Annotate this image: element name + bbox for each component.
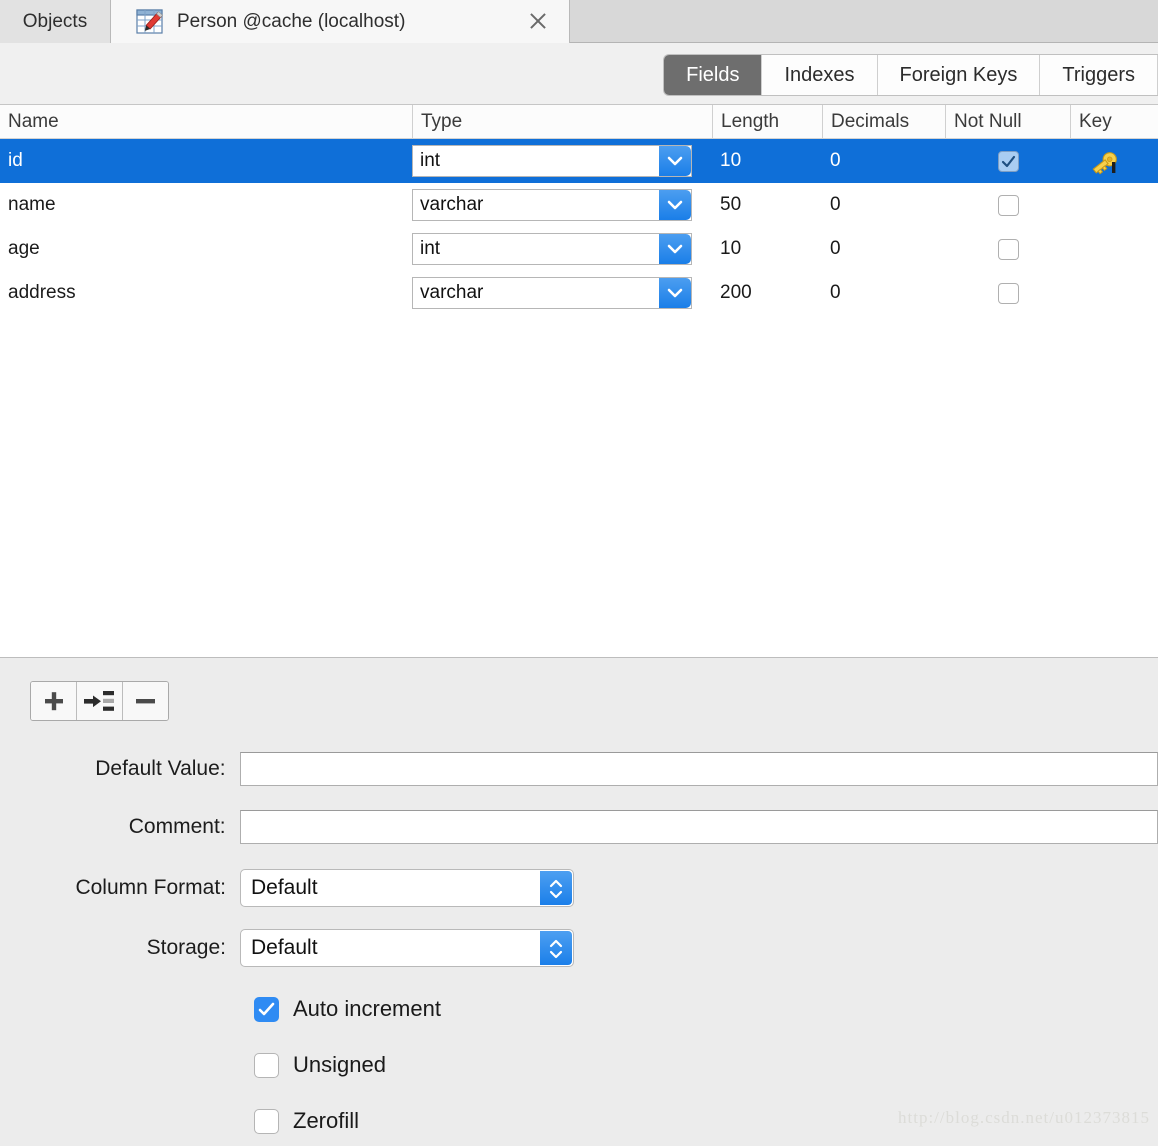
column-header-length[interactable]: Length [712, 105, 822, 138]
field-length-cell[interactable]: 10 [712, 227, 822, 271]
default-value-input[interactable] [239, 752, 1158, 786]
tab-person-cache-localhost[interactable]: Person @cache (localhost) [111, 0, 570, 43]
field-decimals-cell[interactable]: 0 [822, 139, 945, 183]
unsigned-label: Unsigned [293, 1052, 386, 1077]
plus-icon [31, 692, 76, 720]
field-decimals-cell[interactable]: 0 [822, 183, 945, 227]
close-icon[interactable] [528, 11, 548, 31]
field-type-value: varchar [420, 194, 484, 215]
comment-label: Comment: [128, 815, 226, 838]
field-toolbar [30, 681, 169, 721]
field-not-null-checkbox[interactable] [998, 151, 1019, 172]
default-value-row: Default Value: [0, 752, 1158, 786]
tab-indexes-label: Indexes [784, 63, 855, 86]
zerofill-checkbox[interactable] [254, 1108, 279, 1134]
table-design-icon [135, 7, 165, 37]
tab-indexes[interactable]: Indexes [762, 55, 878, 95]
column-header-name[interactable]: Name [0, 105, 412, 138]
column-format-row: Column Format: Default [0, 869, 1158, 907]
unsigned-checkbox[interactable] [254, 1052, 279, 1078]
tab-objects-label: Objects [22, 10, 88, 32]
field-type-value: varchar [420, 282, 484, 303]
watermark: http://blog.csdn.net/u012373815 [898, 1108, 1150, 1127]
field-not-null-checkbox[interactable] [998, 283, 1019, 304]
zerofill-row: Zerofill [254, 1108, 359, 1134]
field-name-cell[interactable]: id [0, 139, 412, 183]
field-type-combo[interactable]: varchar [412, 277, 692, 309]
field-name-cell[interactable]: address [0, 271, 412, 315]
table-row[interactable]: name varchar 50 0 [0, 183, 1158, 227]
chevron-down-icon[interactable] [659, 146, 691, 176]
field-decimals-cell[interactable]: 0 [822, 271, 945, 315]
chevron-up-down-icon[interactable] [540, 931, 572, 965]
field-name-cell[interactable]: name [0, 183, 412, 227]
table-row[interactable]: address varchar 200 0 [0, 271, 1158, 315]
insert-field-icon [77, 691, 122, 720]
tab-fields[interactable]: Fields [664, 55, 763, 95]
field-not-null-checkbox[interactable] [998, 195, 1019, 216]
segmented-control[interactable]: Fields Indexes Foreign Keys Triggers [663, 54, 1158, 96]
column-header-key[interactable]: Key [1070, 105, 1158, 138]
table-row[interactable]: id int 10 0 [0, 139, 1158, 183]
primary-key-icon [1088, 149, 1122, 177]
delete-field-button[interactable] [123, 682, 168, 720]
fields-grid: Name Type Length Decimals Not Null Key i… [0, 105, 1158, 658]
zerofill-label: Zerofill [293, 1108, 360, 1133]
field-length-cell[interactable]: 50 [712, 183, 822, 227]
column-header-type[interactable]: Type [412, 105, 712, 138]
chevron-down-icon[interactable] [659, 234, 691, 264]
chevron-down-icon[interactable] [659, 278, 691, 308]
tab-person-label: Person @cache (localhost) [177, 10, 406, 32]
field-length-cell[interactable]: 10 [712, 139, 822, 183]
table-row[interactable]: age int 10 0 [0, 227, 1158, 271]
tab-objects[interactable]: Objects [0, 0, 111, 43]
insert-field-button[interactable] [77, 682, 123, 720]
default-value-label: Default Value: [95, 757, 226, 780]
auto-increment-row: Auto increment [254, 996, 441, 1022]
field-type-value: int [420, 150, 441, 171]
add-field-button[interactable] [31, 682, 77, 720]
storage-row: Storage: Default [0, 929, 1158, 967]
column-header-decimals[interactable]: Decimals [822, 105, 945, 138]
comment-row: Comment: [0, 810, 1158, 844]
tab-foreign-keys-label: Foreign Keys [899, 63, 1018, 86]
field-type-combo[interactable]: varchar [412, 189, 692, 221]
object-subtab-bar: Fields Indexes Foreign Keys Triggers [0, 43, 1158, 105]
field-type-value: int [420, 238, 441, 259]
unsigned-row: Unsigned [254, 1052, 386, 1078]
auto-increment-label: Auto increment [293, 996, 441, 1021]
comment-input[interactable] [239, 810, 1158, 844]
tab-triggers-label: Triggers [1062, 63, 1135, 86]
chevron-down-icon[interactable] [659, 190, 691, 220]
column-format-select[interactable]: Default [240, 869, 574, 907]
field-name-cell[interactable]: age [0, 227, 412, 271]
tab-foreign-keys[interactable]: Foreign Keys [877, 55, 1041, 95]
tab-triggers[interactable]: Triggers [1040, 55, 1158, 95]
fields-grid-header: Name Type Length Decimals Not Null Key [0, 105, 1158, 139]
tab-fields-label: Fields [686, 63, 740, 86]
field-not-null-checkbox[interactable] [998, 239, 1019, 260]
storage-value: Default [251, 936, 318, 959]
column-header-not-null[interactable]: Not Null [945, 105, 1070, 138]
minus-icon [123, 699, 168, 720]
auto-increment-checkbox[interactable] [254, 996, 279, 1022]
chevron-up-down-icon[interactable] [540, 871, 572, 905]
storage-select[interactable]: Default [240, 929, 574, 967]
column-format-label: Column Format: [75, 876, 226, 899]
field-length-cell[interactable]: 200 [712, 271, 822, 315]
field-decimals-cell[interactable]: 0 [822, 227, 945, 271]
tab-bar: Objects Person @cache (localhost) [0, 0, 1158, 43]
storage-label: Storage: [146, 936, 226, 959]
column-format-value: Default [251, 876, 318, 899]
field-type-combo[interactable]: int [412, 233, 692, 265]
field-type-combo[interactable]: int [412, 145, 692, 177]
